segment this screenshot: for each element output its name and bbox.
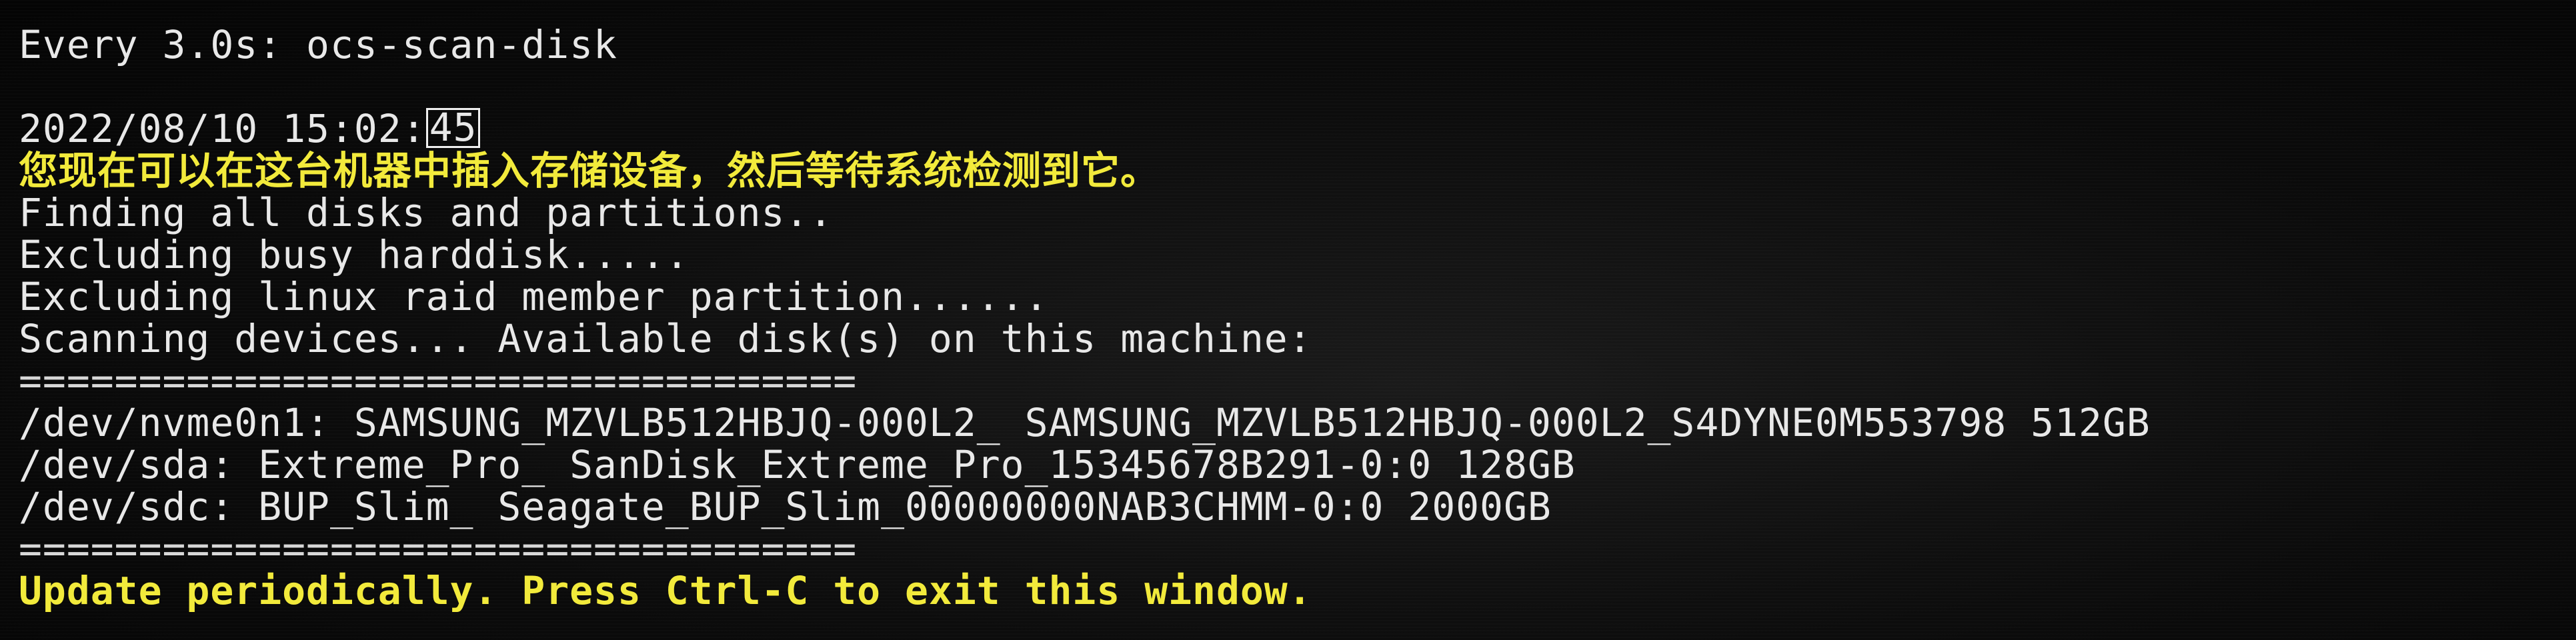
status-line-raid: Excluding linux raid member partition...…	[19, 274, 1049, 319]
disk-entry-sda: /dev/sda: Extreme_Pro_ SanDisk_Extreme_P…	[19, 442, 1576, 487]
timestamp-prefix: 2022/08/10 15:02:	[19, 106, 426, 151]
status-line-busy: Excluding busy harddisk.....	[19, 232, 690, 277]
instruction-cn: 您现在可以在这台机器中插入存储设备，然后等待系统检测到它。	[19, 148, 1160, 193]
terminal-screen[interactable]: Every 3.0s: ocs-scan-disk 2022/08/10 15:…	[0, 0, 2576, 640]
watch-header: Every 3.0s: ocs-scan-disk	[19, 22, 617, 67]
terminal-output: Every 3.0s: ocs-scan-disk 2022/08/10 15:…	[19, 24, 2563, 640]
disk-entry-nvme0n1: /dev/nvme0n1: SAMSUNG_MZVLB512HBJQ-000L2…	[19, 400, 2151, 445]
terminal-cursor: 45	[425, 108, 481, 148]
separator-top: ===================================	[19, 358, 858, 403]
disk-entry-sdc: /dev/sdc: BUP_Slim_ Seagate_BUP_Slim_000…	[19, 484, 1552, 529]
status-line-scanning: Scanning devices... Available disk(s) on…	[19, 316, 1312, 361]
status-line-finding: Finding all disks and partitions..	[19, 190, 834, 235]
footer-hint: Update periodically. Press Ctrl-C to exi…	[19, 568, 1312, 613]
separator-bottom: ===================================	[19, 526, 858, 571]
timestamp-line: 2022/08/10 15:02:45	[19, 108, 2563, 150]
